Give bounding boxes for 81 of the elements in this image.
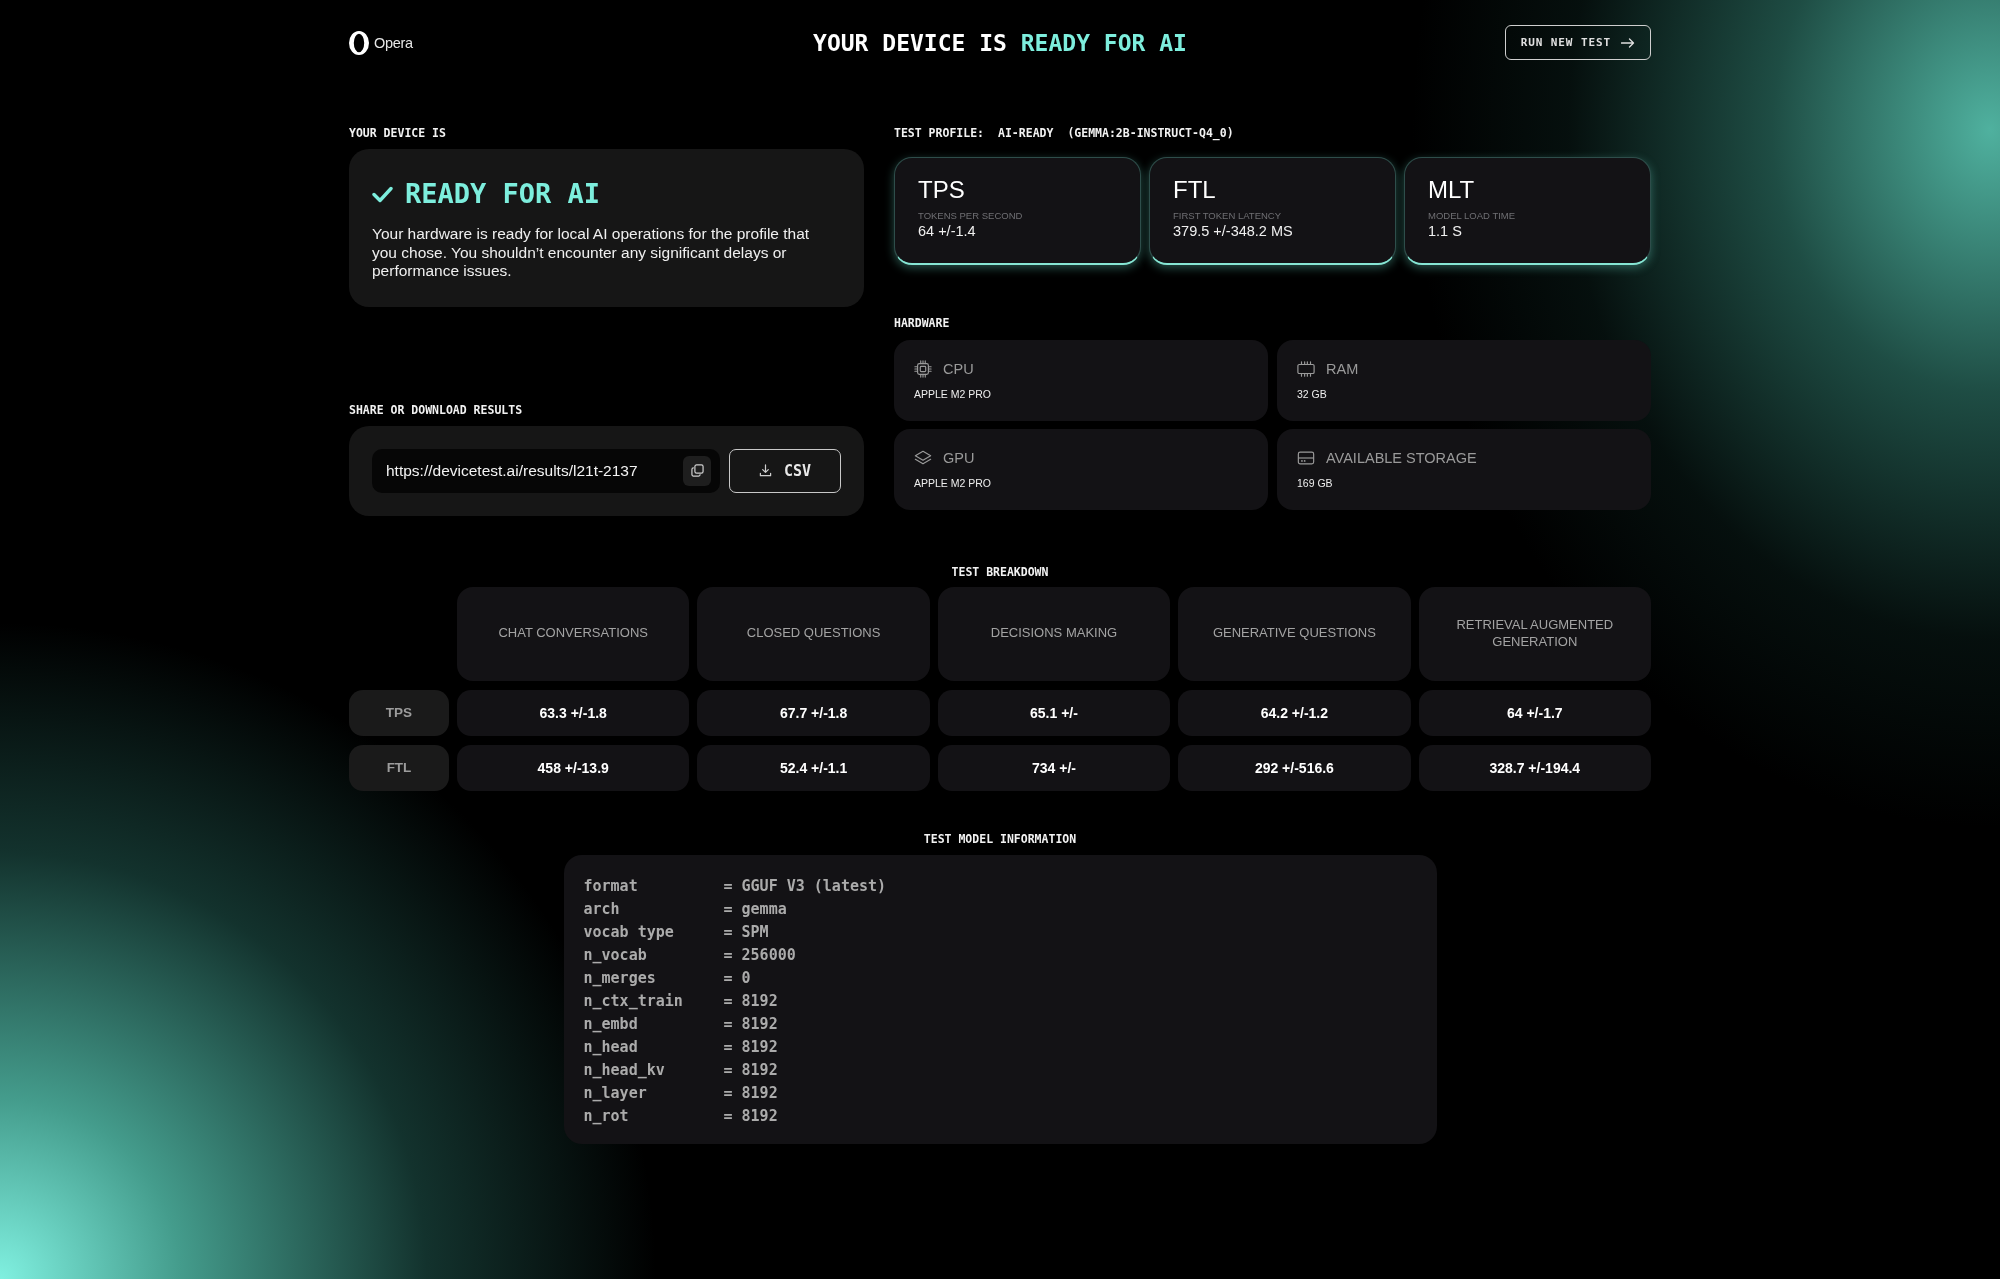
status-description: Your hardware is ready for local AI operations for the profile that you chose. You shouldn’t encounter any significant delays or performance issues. [372,225,811,281]
column-header: DECISIONS MAKING [937,586,1171,681]
column-header: RETRIEVAL AUGMENTED GENERATION [1418,586,1651,681]
metric-abbreviation: MLT [1428,176,1475,204]
metric-name: MODEL LOAD TIME [1428,210,1516,222]
info-value: = 8192 [723,1061,778,1079]
table-cell: 64 +/-1.7 [1418,689,1651,736]
hardware-name: AVAILABLE STORAGE [1326,450,1477,466]
column-header: GENERATIVE QUESTIONS [1178,586,1411,681]
info-key: n_embd [583,1015,638,1033]
hardware-value: APPLE M2 PRO [914,387,992,401]
info-key: n_layer [583,1084,647,1102]
cpu-chip-icon [914,360,932,378]
section-label: SHARE OR DOWNLOAD RESULTS [349,402,523,417]
metric-abbreviation: FTL [1173,176,1216,204]
info-value: = 8192 [723,1038,778,1056]
row-header: TPS [349,689,449,736]
table-cell: 52.4 +/-1.1 [697,744,930,791]
info-value: = SPM [723,923,769,941]
metric-abbreviation: TPS [918,176,965,204]
profile-model: (GEMMA:2B-INSTRUCT-Q4_0) [1067,126,1234,140]
page-title: YOUR DEVICE IS READY FOR AI [813,29,1187,56]
logo-text: Opera [374,34,413,51]
info-key: n_head [583,1038,638,1056]
hardware-name: GPU [943,450,975,466]
table-cell: 63.3 +/-1.8 [457,689,690,736]
column-header: CLOSED QUESTIONS [697,586,930,681]
table-cell: 65.1 +/- [937,689,1171,736]
download-csv-button[interactable]: CSV [729,448,841,493]
hardware-name: RAM [1326,361,1359,377]
download-icon [758,464,772,477]
info-value: = 8192 [723,992,778,1010]
copy-icon [690,464,704,477]
hardware-name: CPU [943,361,974,377]
metric-value: 1.1 S [1428,222,1462,240]
copy-button[interactable] [683,455,711,486]
profile-name: AI-READY [998,126,1054,140]
info-value: = 256000 [723,946,796,964]
metric-name: FIRST TOKEN LATENCY [1173,210,1282,222]
metric-value: 64 +/-1.4 [918,222,976,240]
column-header: CHAT CONVERSATIONS [457,586,690,681]
section-label: HARDWARE [894,316,950,330]
hardware-value: 32 GB [1297,387,1327,401]
profile-label: TEST PROFILE: [894,126,984,140]
table-cell: 458 +/-13.9 [457,744,690,791]
hardware-value: APPLE M2 PRO [914,476,992,490]
info-value: = GGUF V3 (latest) [723,877,887,895]
row-header: FTL [349,744,449,791]
layers-icon [914,449,932,467]
url-field[interactable]: https://devicetest.ai/results/l21t-2137 [372,448,720,493]
info-value: = 8192 [723,1084,778,1102]
hardware-value: 169 GB [1297,476,1333,490]
info-value: = 0 [723,969,751,987]
table-cell: 64.2 +/-1.2 [1178,689,1411,736]
table-cell: 328.7 +/-194.4 [1418,744,1651,791]
metric-value: 379.5 +/-348.2 MS [1173,222,1293,240]
arrow-right-icon [1621,37,1635,48]
status-heading: READY FOR AI [405,177,601,211]
check-icon [372,185,393,203]
table-cell: 67.7 +/-1.8 [697,689,930,736]
info-value: = gemma [723,900,787,918]
info-key: arch [583,900,620,918]
info-key: format [583,877,638,895]
info-key: n_head_kv [583,1061,665,1079]
section-title: TEST BREAKDOWN [951,564,1049,579]
info-key: n_ctx_train [583,992,683,1010]
info-key: n_merges [583,969,656,987]
section-title: TEST MODEL INFORMATION [923,831,1077,846]
run-new-test-button[interactable]: RUN NEW TEST [1504,25,1651,60]
info-key: n_rot [583,1107,629,1125]
drive-icon [1297,449,1315,467]
logo-icon [349,30,369,55]
section-label: YOUR DEVICE IS [349,126,446,140]
memory-module-icon [1297,360,1315,378]
table-cell: 292 +/-516.6 [1178,744,1411,791]
info-value: = 8192 [723,1107,778,1125]
info-value: = 8192 [723,1015,778,1033]
info-key: n_vocab [583,946,647,964]
metric-name: TOKENS PER SECOND [918,210,1023,222]
info-key: vocab type [583,923,674,941]
table-cell: 734 +/- [937,744,1171,791]
